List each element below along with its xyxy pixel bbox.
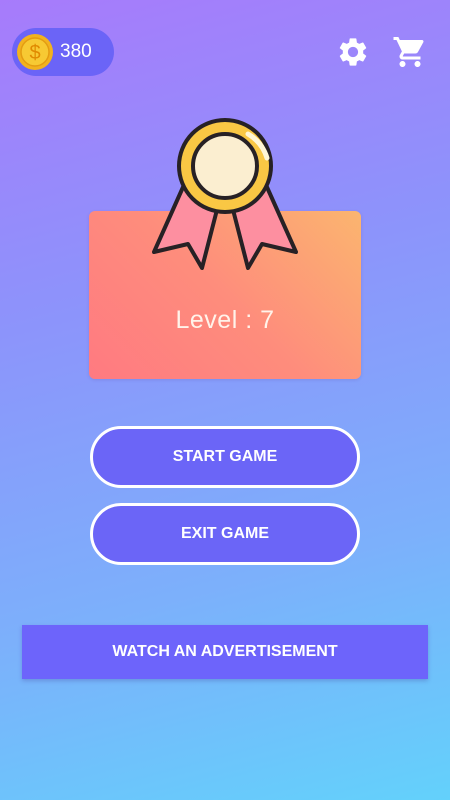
coin-balance: $ 380 xyxy=(12,28,114,76)
coin-count: 380 xyxy=(60,41,92,62)
gear-icon[interactable] xyxy=(336,35,370,69)
coin-icon: $ xyxy=(17,34,53,70)
start-game-button[interactable]: START GAME xyxy=(90,426,360,488)
exit-game-button[interactable]: EXIT GAME xyxy=(90,503,360,565)
watch-advertisement-button[interactable]: WATCH AN ADVERTISEMENT xyxy=(22,625,428,679)
level-label: Level : 7 xyxy=(175,306,275,334)
shopping-cart-icon[interactable] xyxy=(392,34,428,70)
coin-symbol: $ xyxy=(29,42,40,64)
medal-icon xyxy=(152,118,298,270)
